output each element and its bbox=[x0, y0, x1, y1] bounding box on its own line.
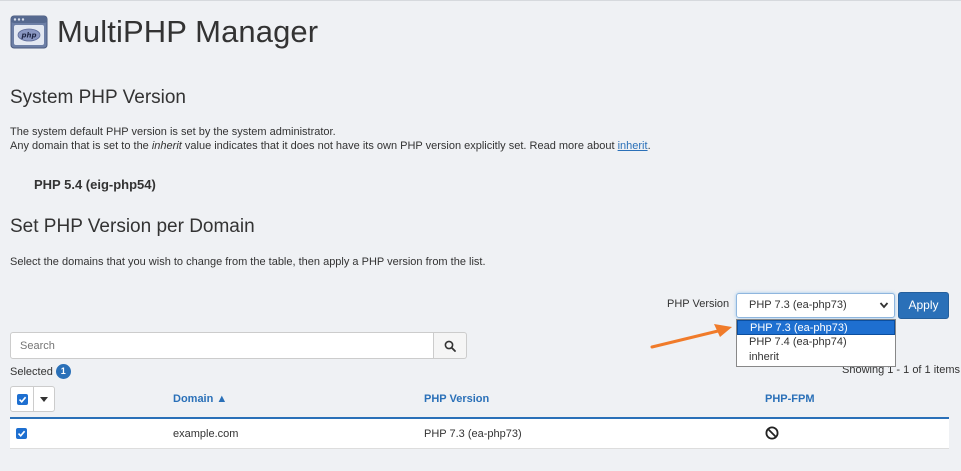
php-window-icon: php bbox=[10, 15, 48, 49]
inherit-link[interactable]: inherit bbox=[618, 140, 648, 152]
system-description-2: Any domain that is set to the inherit va… bbox=[10, 139, 651, 153]
search-input[interactable] bbox=[10, 332, 434, 359]
column-php-version[interactable]: PHP Version bbox=[424, 393, 489, 405]
search-icon bbox=[444, 340, 456, 352]
desc-text-mid: value indicates that it does not have it… bbox=[181, 140, 618, 152]
select-value: PHP 7.3 (ea-php73) bbox=[749, 299, 847, 311]
column-php-fpm[interactable]: PHP-FPM bbox=[765, 393, 815, 405]
bulk-select-control bbox=[10, 386, 55, 412]
svg-text:php: php bbox=[20, 32, 36, 40]
column-domain[interactable]: Domain ▲ bbox=[173, 393, 227, 405]
page-title: MultiPHP Manager bbox=[57, 14, 319, 49]
row-checkbox[interactable] bbox=[16, 428, 27, 439]
selected-label: Selected bbox=[10, 365, 53, 378]
desc-text-post: . bbox=[647, 140, 651, 152]
table-row: example.com PHP 7.3 (ea-php73) bbox=[10, 419, 949, 449]
checkbox-checked-icon bbox=[16, 393, 28, 405]
top-divider bbox=[0, 0, 961, 1]
system-description-1: The system default PHP version is set by… bbox=[10, 126, 336, 138]
option-php74[interactable]: PHP 7.4 (ea-php74) bbox=[737, 335, 895, 350]
option-php73[interactable]: PHP 7.3 (ea-php73) bbox=[737, 320, 895, 335]
domains-table: Domain ▲ PHP Version PHP-FPM example.com… bbox=[10, 382, 949, 449]
inherit-emphasis: inherit bbox=[151, 140, 182, 152]
row-domain: example.com bbox=[173, 428, 239, 440]
system-php-version: PHP 5.4 (eig-php54) bbox=[34, 177, 156, 192]
php-version-dropdown: PHP 7.3 (ea-php73) PHP 7.4 (ea-php74) in… bbox=[736, 319, 896, 367]
search-button[interactable] bbox=[434, 332, 467, 359]
search-bar bbox=[10, 332, 467, 359]
php-version-select[interactable]: PHP 7.3 (ea-php73) bbox=[736, 293, 895, 318]
selected-indicator: Selected 1 bbox=[10, 364, 71, 379]
page-header: php MultiPHP Manager bbox=[10, 12, 318, 52]
row-php-version: PHP 7.3 (ea-php73) bbox=[424, 428, 522, 440]
caret-down-icon bbox=[40, 396, 48, 402]
per-domain-heading: Set PHP Version per Domain bbox=[10, 216, 255, 237]
desc-text-pre: Any domain that is set to the bbox=[10, 140, 152, 152]
bulk-select-dropdown[interactable] bbox=[34, 387, 54, 411]
option-inherit[interactable]: inherit bbox=[737, 350, 895, 365]
per-domain-description: Select the domains that you wish to chan… bbox=[10, 256, 486, 268]
php-version-label: PHP Version bbox=[667, 298, 730, 310]
select-all-checkbox[interactable] bbox=[11, 387, 34, 411]
php-fpm-disabled-icon bbox=[765, 426, 779, 445]
system-php-heading: System PHP Version bbox=[10, 87, 187, 108]
selected-count-badge[interactable]: 1 bbox=[55, 364, 71, 379]
apply-button[interactable]: Apply bbox=[898, 292, 949, 319]
table-header: Domain ▲ PHP Version PHP-FPM bbox=[10, 382, 949, 419]
pointer-arrow-icon bbox=[650, 324, 732, 349]
checkbox-checked-icon bbox=[16, 428, 27, 439]
